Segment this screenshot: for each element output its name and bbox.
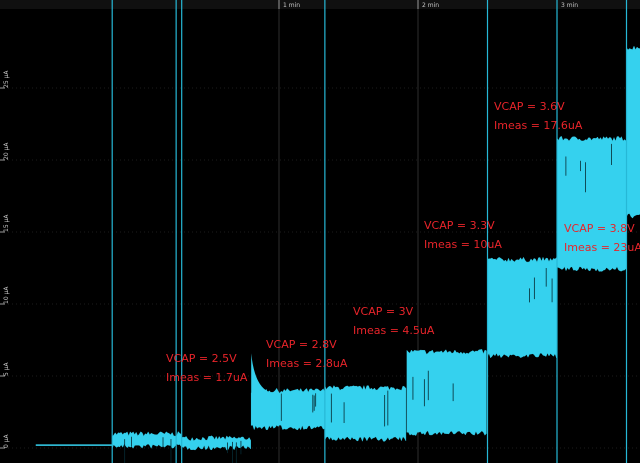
annotation-3-line-1: Imeas = 10uA [424,238,502,251]
x-tick-label-1: 2 min [422,2,439,9]
annotation-5-line-0: VCAP = 3.8V [564,222,635,235]
y-tick-label-0: 0 µA [3,433,10,448]
y-tick-label-5: 25 µA [3,70,10,88]
annotation-1-line-1: Imeas = 2.8uA [266,357,348,370]
annotation-4-line-0: VCAP = 3.6V [494,100,565,113]
trace-band-8 [626,45,640,219]
time-ruler [0,0,640,9]
y-tick-label-4: 20 µA [3,142,10,160]
y-tick-label-1: 5 µA [3,361,10,376]
annotation-4-line-1: Imeas = 17.6uA [494,119,583,132]
y-tick-label-2: 10 µA [3,286,10,304]
x-tick-label-0: 1 min [283,2,300,9]
trace-band-5 [406,349,487,436]
x-tick-label-2: 3 min [561,2,578,9]
annotation-0-line-1: Imeas = 1.7uA [166,371,248,384]
annotation-0-line-0: VCAP = 2.5V [166,352,237,365]
annotation-3-line-0: VCAP = 3.3V [424,219,495,232]
current-vs-time-chart: 0 µA 5 µA 10 µA 15 µA 20 µA 25 µA 1 min 2 min 3… [0,0,640,463]
annotation-2-line-1: Imeas = 4.5uA [353,324,435,337]
y-tick-label-3: 15 µA [3,214,10,232]
trace-band-4 [324,384,407,442]
annotation-2-line-0: VCAP = 3V [353,305,414,318]
annotation-5-line-1: Imeas = 23uA [564,241,640,254]
annotation-1-line-0: VCAP = 2.8V [266,338,337,351]
